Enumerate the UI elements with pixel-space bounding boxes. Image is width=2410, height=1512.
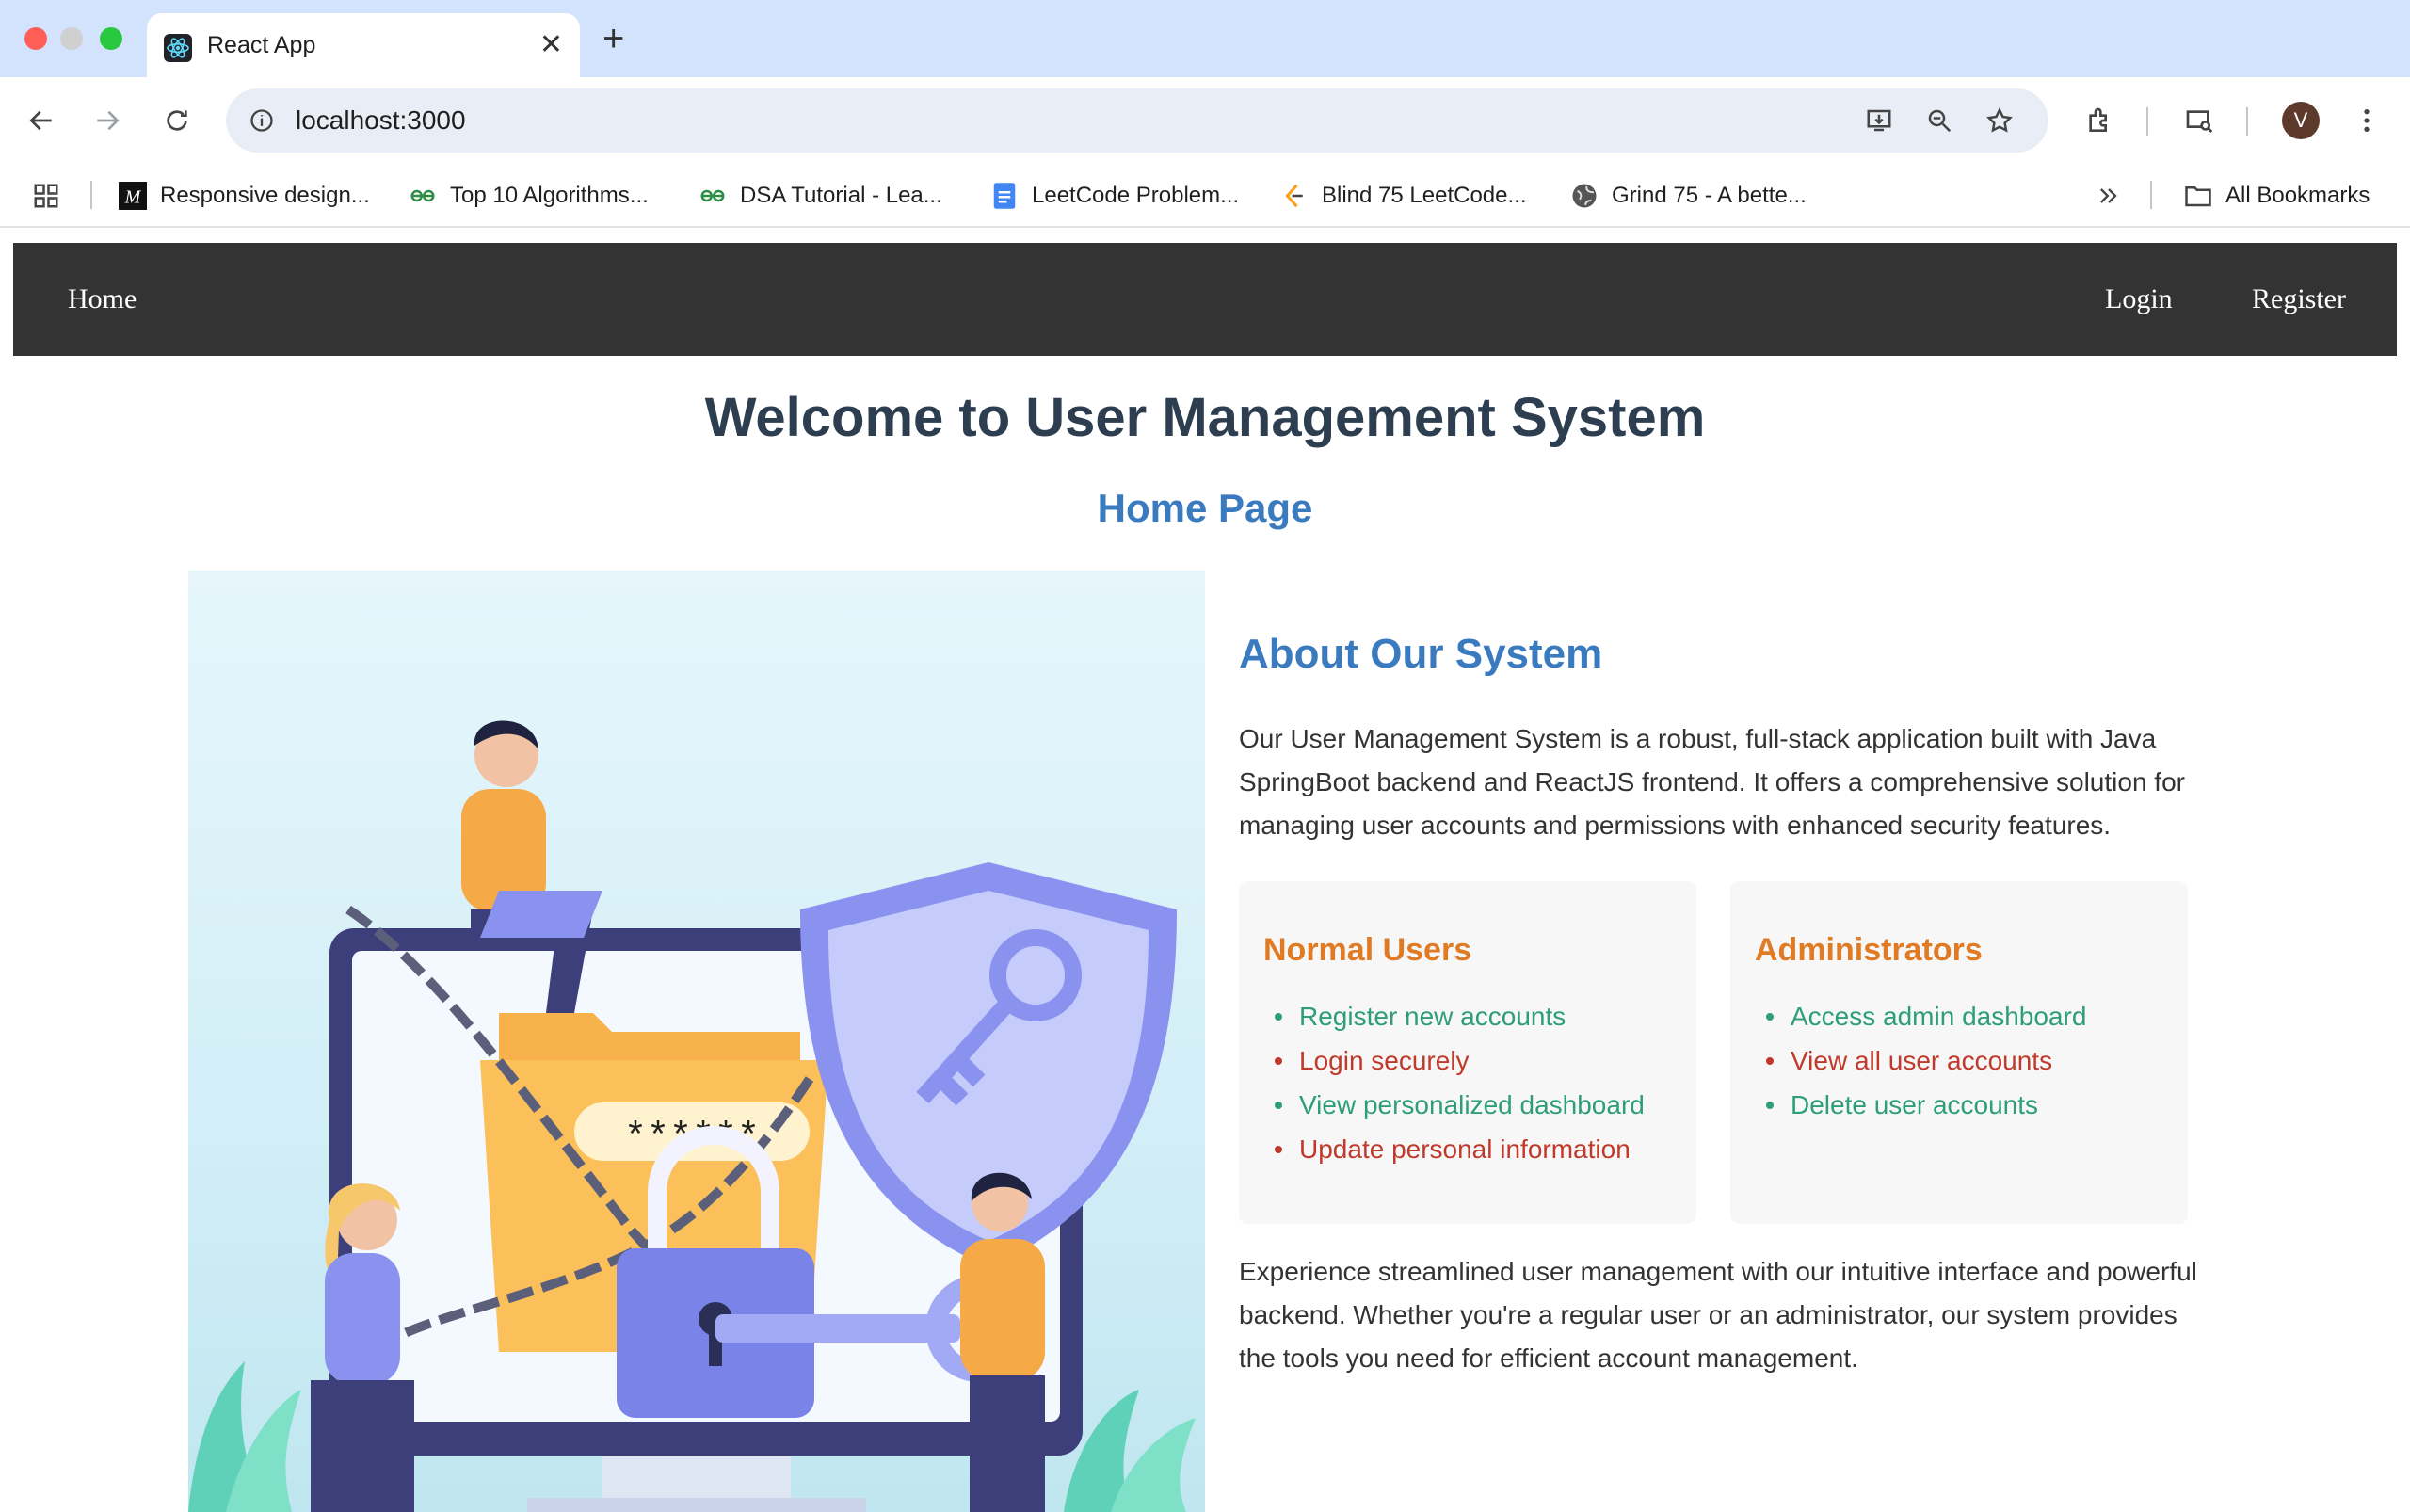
- bookmark-item[interactable]: Top 10 Algorithms...: [409, 177, 649, 215]
- nav-login-link[interactable]: Login: [2105, 243, 2173, 356]
- list-item: Update personal information: [1263, 1127, 1645, 1171]
- more-bookmarks-icon[interactable]: [2096, 177, 2122, 215]
- window-minimize-button[interactable]: [60, 27, 83, 50]
- medium-icon: M: [119, 182, 147, 210]
- bookmark-label: LeetCode Problem...: [1032, 183, 1240, 208]
- bookmark-label: DSA Tutorial - Lea...: [740, 183, 942, 208]
- toolbar-divider: [2146, 107, 2148, 136]
- bookmark-label: Responsive design...: [160, 183, 370, 208]
- reload-icon[interactable]: [154, 98, 200, 143]
- bookmark-star-icon[interactable]: [1981, 102, 2018, 139]
- folder-icon: [2184, 182, 2212, 210]
- normal-users-card: Normal Users Register new accounts Login…: [1239, 881, 1696, 1224]
- svg-text:M: M: [124, 187, 142, 208]
- closing-description: Experience streamlined user management w…: [1239, 1257, 2197, 1373]
- bookmarks-bar: M Responsive design... Top 10 Algorithms…: [0, 164, 2410, 228]
- apps-grid-icon[interactable]: [32, 177, 60, 215]
- toolbar-divider: [2246, 107, 2248, 136]
- window-maximize-button[interactable]: [100, 27, 122, 50]
- tab-close-icon[interactable]: ✕: [539, 26, 563, 64]
- normal-users-title: Normal Users: [1263, 932, 1472, 968]
- browser-tab-strip: React App ✕ +: [0, 0, 2410, 77]
- forward-icon[interactable]: [85, 98, 130, 143]
- bookmark-item[interactable]: Blind 75 LeetCode...: [1280, 177, 1527, 215]
- address-bar[interactable]: localhost:3000: [226, 88, 2048, 153]
- zoom-icon[interactable]: [1920, 102, 1958, 139]
- extensions-icon[interactable]: [2077, 98, 2122, 143]
- list-item: View all user accounts: [1755, 1038, 2086, 1083]
- geeksforgeeks-icon: [699, 182, 727, 210]
- administrators-card: Administrators Access admin dashboard Vi…: [1730, 881, 2188, 1224]
- all-bookmarks-label: All Bookmarks: [2225, 183, 2370, 208]
- list-item: Register new accounts: [1263, 994, 1645, 1038]
- more-menu-icon[interactable]: [2344, 98, 2389, 143]
- bookmarks-divider: [90, 181, 92, 209]
- install-app-icon[interactable]: [1860, 102, 1898, 139]
- page-subtitle: Home Page: [1097, 486, 1313, 530]
- about-title: About Our System: [1239, 631, 1603, 677]
- tab-search-icon[interactable]: [2177, 98, 2222, 143]
- window-close-button[interactable]: [24, 27, 47, 50]
- list-item: View personalized dashboard: [1263, 1083, 1645, 1127]
- page-title: Welcome to User Management System: [704, 387, 1706, 448]
- new-tab-button[interactable]: +: [602, 13, 624, 64]
- nav-home-link[interactable]: Home: [68, 243, 137, 356]
- bookmark-label: Grind 75 - A bette...: [1612, 183, 1807, 208]
- plant-right-illustration: [1064, 1390, 1196, 1512]
- tab-title: React App: [207, 32, 316, 58]
- bookmark-label: Blind 75 LeetCode...: [1322, 183, 1527, 208]
- normal-users-list: Register new accounts Login securely Vie…: [1263, 994, 1645, 1171]
- security-illustration: ******: [188, 571, 1205, 1512]
- globe-icon: [1570, 182, 1599, 210]
- bookmark-item[interactable]: DSA Tutorial - Lea...: [699, 177, 942, 215]
- back-icon[interactable]: [19, 98, 64, 143]
- bookmark-item[interactable]: Grind 75 - A bette...: [1570, 177, 1807, 215]
- leetcode-icon: [1280, 182, 1309, 210]
- geeksforgeeks-icon: [409, 182, 437, 210]
- bookmark-item[interactable]: M Responsive design...: [119, 177, 370, 215]
- bookmarks-divider: [2150, 181, 2152, 209]
- nav-register-link[interactable]: Register: [2252, 243, 2346, 356]
- administrators-title: Administrators: [1755, 932, 1983, 968]
- list-item: Access admin dashboard: [1755, 994, 2086, 1038]
- administrators-list: Access admin dashboard View all user acc…: [1755, 994, 2086, 1127]
- profile-avatar[interactable]: V: [2282, 102, 2320, 139]
- browser-toolbar: localhost:3000: [0, 77, 2410, 164]
- site-info-icon[interactable]: [243, 102, 281, 139]
- about-description: Our User Management System is a robust, …: [1239, 724, 2185, 840]
- all-bookmarks-folder[interactable]: All Bookmarks: [2184, 177, 2370, 215]
- list-item: Login securely: [1263, 1038, 1645, 1083]
- bookmark-item[interactable]: LeetCode Problem...: [990, 177, 1239, 215]
- url-text[interactable]: localhost:3000: [296, 88, 466, 153]
- list-item: Delete user accounts: [1755, 1083, 2086, 1127]
- react-icon: [164, 34, 192, 62]
- bookmark-label: Top 10 Algorithms...: [450, 183, 649, 208]
- app-navbar: Home Login Register: [13, 243, 2397, 356]
- browser-tab-active[interactable]: React App ✕: [147, 13, 580, 77]
- google-docs-icon: [990, 182, 1019, 210]
- plant-left-illustration: [188, 1361, 301, 1512]
